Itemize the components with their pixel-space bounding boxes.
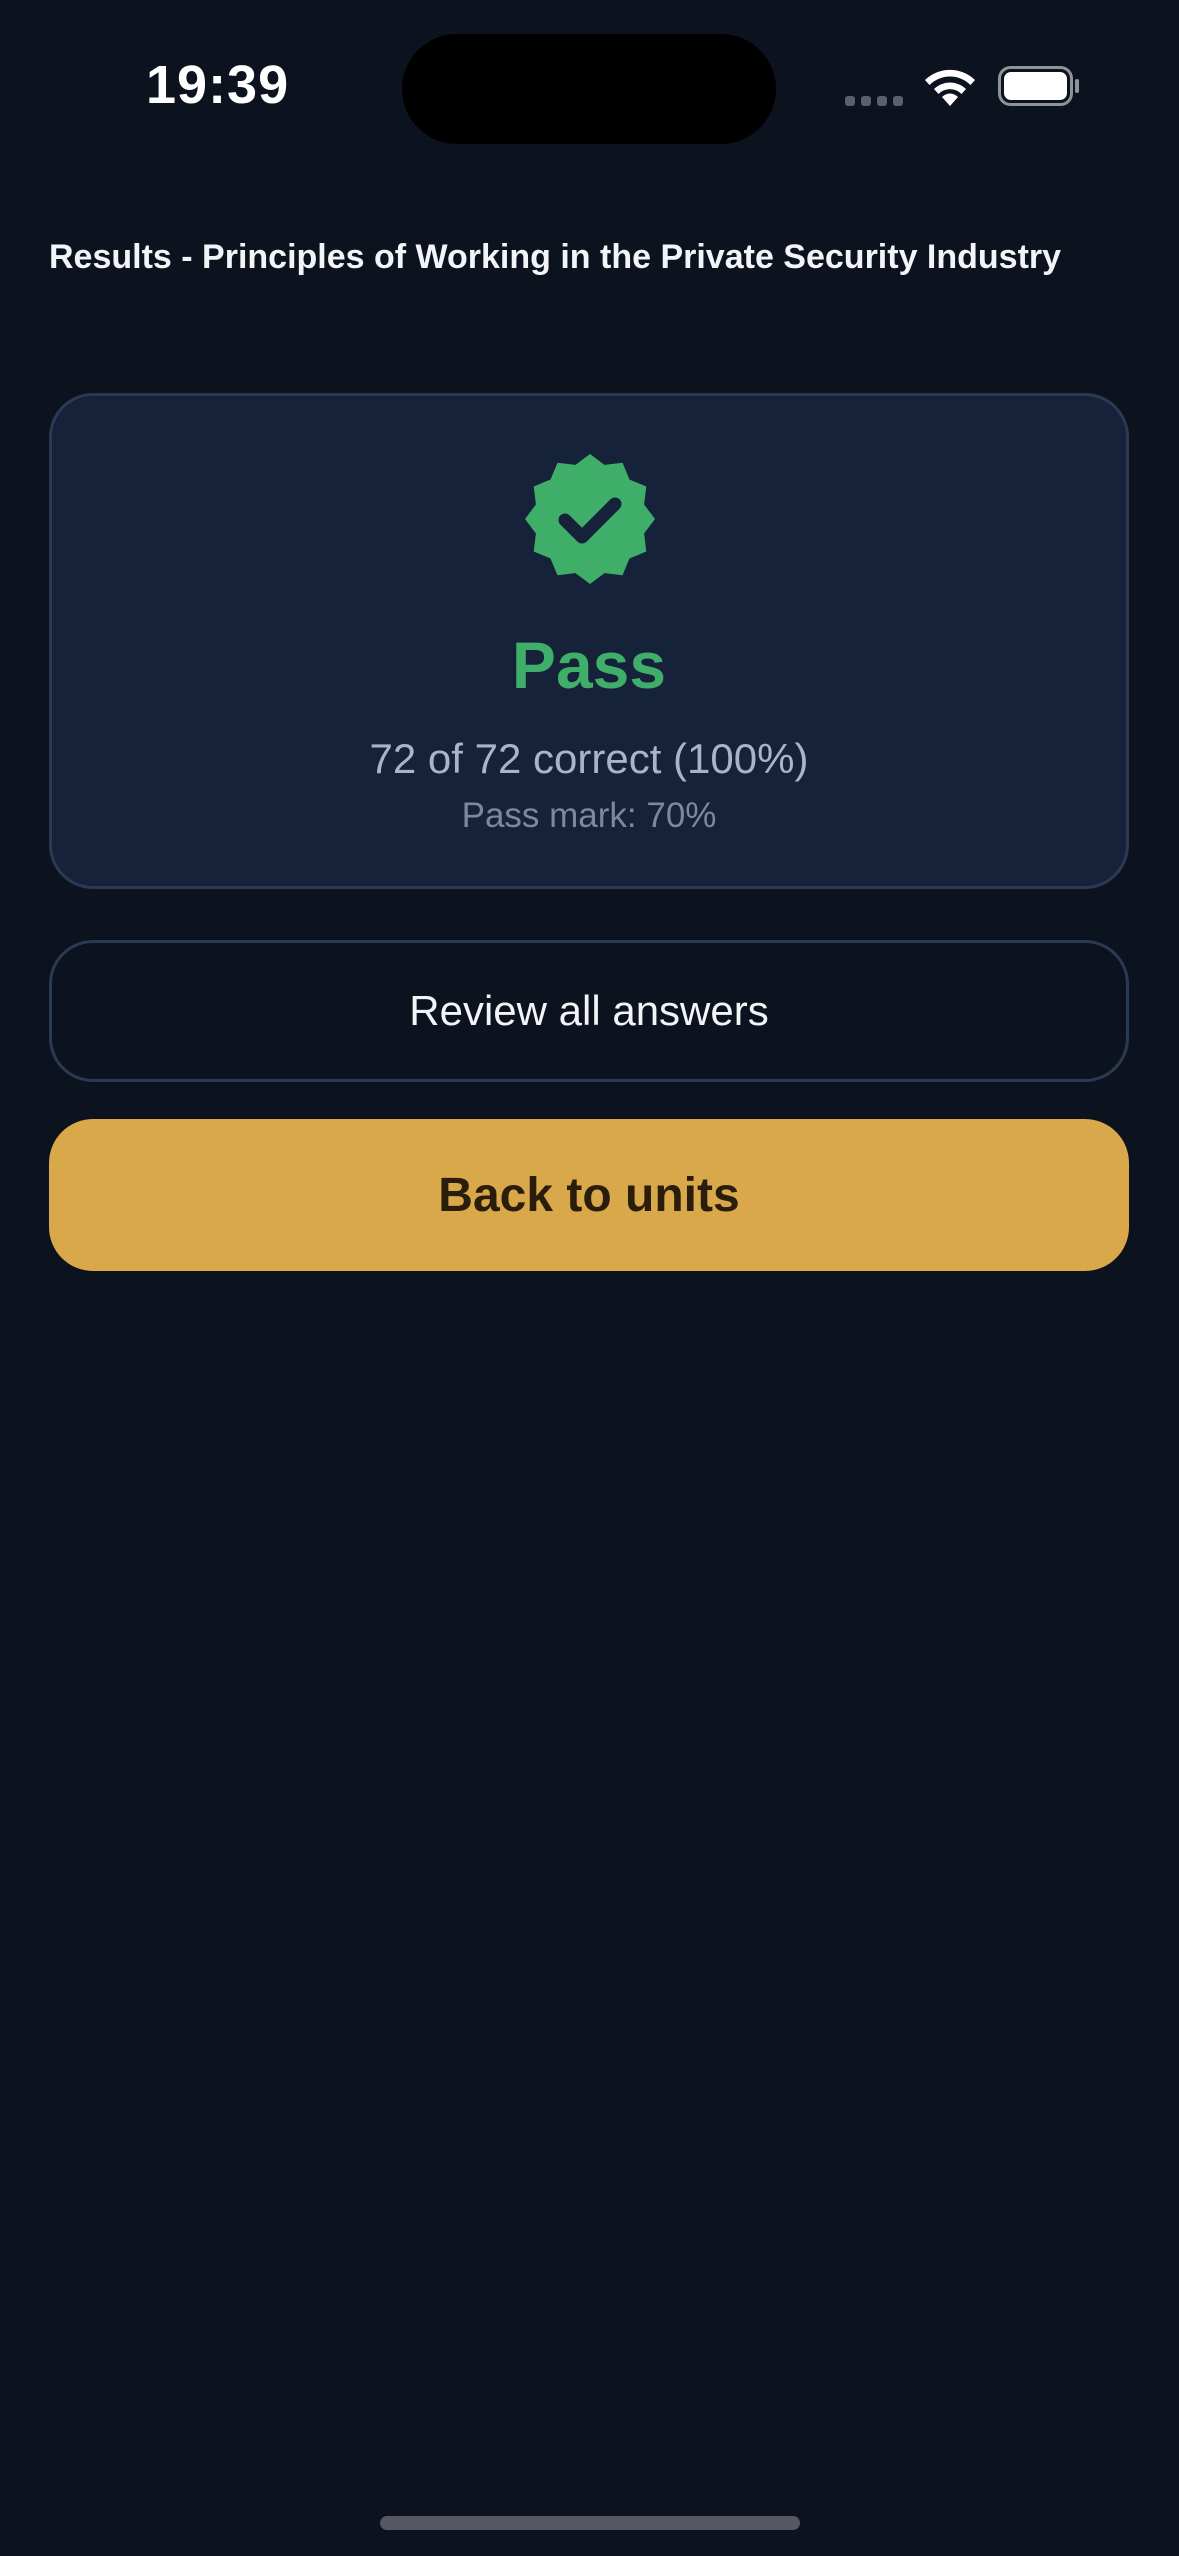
page-title: Results - Principles of Working in the P…: [49, 238, 1062, 276]
check-badge-icon: [525, 454, 655, 584]
status-time: 19:39: [146, 55, 290, 115]
dynamic-island: [402, 34, 776, 144]
back-to-units-button[interactable]: Back to units: [49, 1119, 1129, 1271]
wifi-icon: [925, 69, 975, 106]
pass-mark-text: Pass mark: 70%: [461, 796, 717, 835]
result-card: Pass 72 of 72 correct (100%) Pass mark: …: [49, 393, 1129, 889]
home-indicator[interactable]: [380, 2516, 800, 2530]
score-text: 72 of 72 correct (100%): [369, 735, 809, 782]
signal-dots-icon: [845, 96, 903, 106]
review-all-answers-button[interactable]: Review all answers: [49, 940, 1129, 1082]
result-status: Pass: [511, 628, 667, 702]
status-bar: 19:39: [0, 0, 1179, 180]
battery-icon: [998, 66, 1079, 106]
